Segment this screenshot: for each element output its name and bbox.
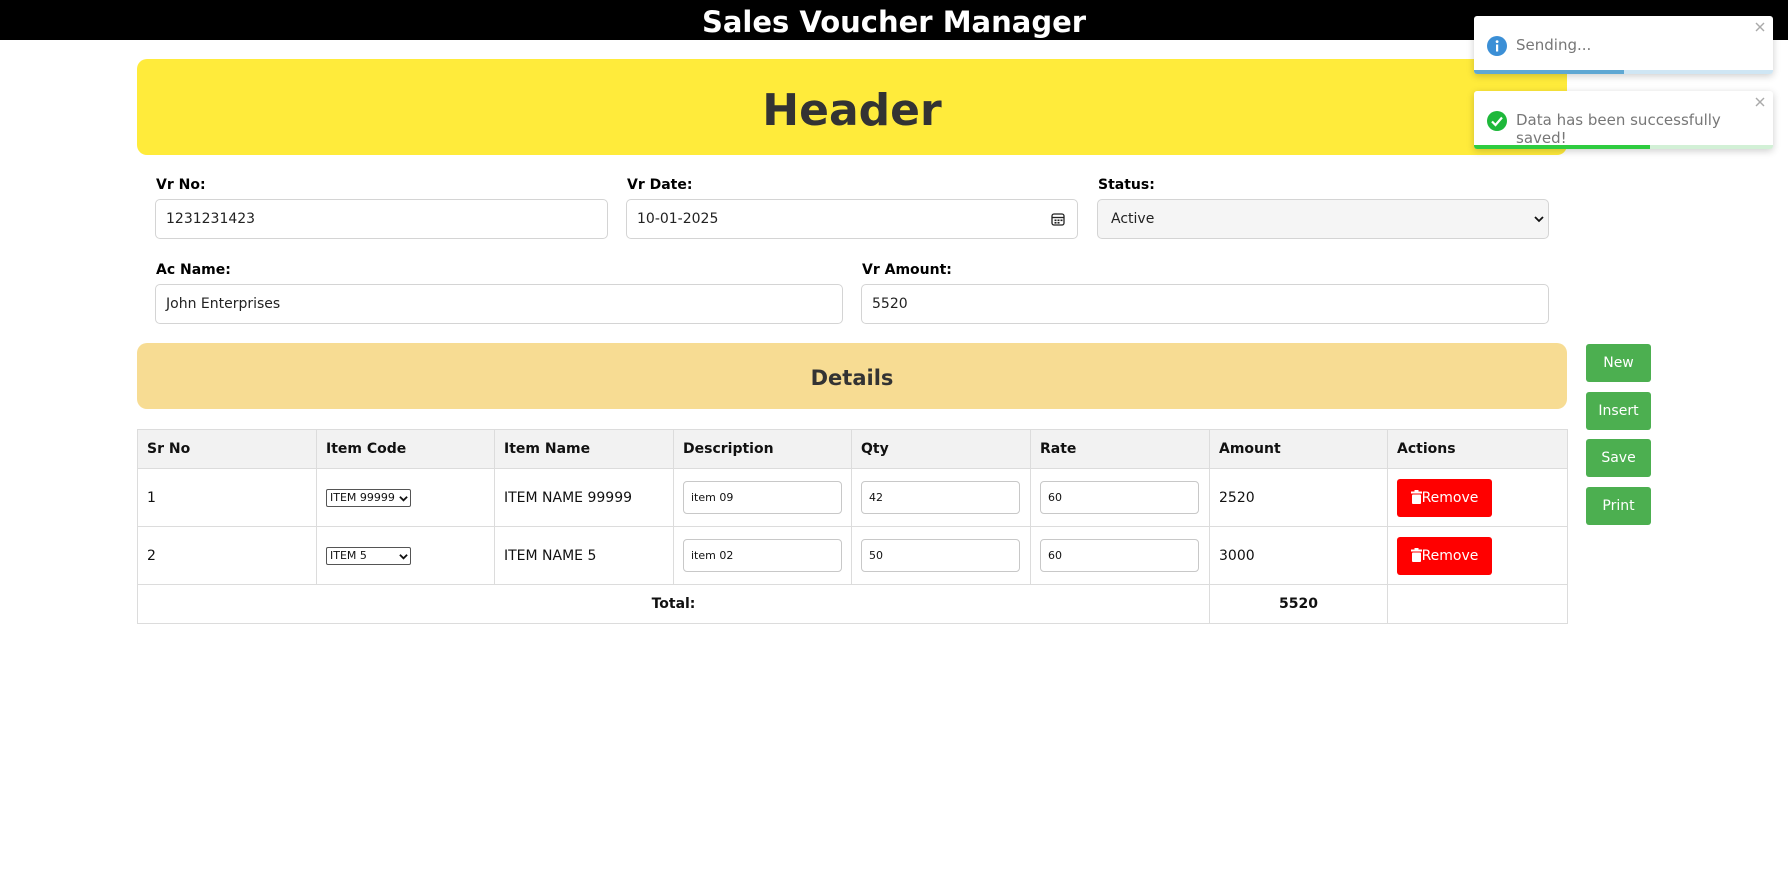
trash-icon [1410, 489, 1422, 504]
sr-no-cell: 2 [137, 526, 317, 585]
column-header: Actions [1387, 429, 1568, 469]
column-header: Amount [1209, 429, 1388, 469]
info-circle-icon [1487, 36, 1507, 56]
actions-cell: Remove [1387, 526, 1568, 585]
ac-name-label: Ac Name: [156, 262, 231, 278]
close-icon[interactable] [1755, 97, 1765, 107]
qty-input[interactable]: 50 [861, 539, 1020, 572]
save-button[interactable]: Save [1586, 439, 1651, 477]
qty-cell: 42 [851, 468, 1031, 527]
print-button[interactable]: Print [1586, 487, 1651, 525]
column-header: Description [673, 429, 852, 469]
vr-no-value: 1231231423 [166, 211, 256, 227]
description-input[interactable]: item 02 [683, 539, 842, 572]
table-header-row: Sr No Item Code Item Name Description Qt… [137, 429, 1568, 469]
description-cell: item 09 [673, 468, 852, 527]
item-name-cell: ITEM NAME 99999 [494, 468, 674, 527]
toast-progress-fill [1474, 70, 1624, 74]
rate-input[interactable]: 60 [1040, 539, 1199, 572]
new-button[interactable]: New [1586, 344, 1651, 382]
vr-date-value: 10-01-2025 [637, 211, 719, 227]
close-icon[interactable] [1755, 22, 1765, 32]
item-code-cell: ITEM 99999 [316, 468, 495, 527]
details-banner: Details [137, 343, 1567, 409]
vr-no-label: Vr No: [156, 177, 206, 193]
toast-message: Data has been successfully saved! [1516, 111, 1721, 147]
app-title: Sales Voucher Manager [701, 5, 1087, 39]
details-table: Sr No Item Code Item Name Description Qt… [137, 429, 1568, 624]
total-label: Total: [137, 584, 1210, 624]
amount-cell: 2520 [1209, 468, 1388, 527]
description-input[interactable]: item 09 [683, 481, 842, 514]
vr-date-input[interactable]: 10-01-2025 [626, 199, 1078, 239]
item-code-cell: ITEM 5 [316, 526, 495, 585]
status-value: Active [1111, 211, 1155, 227]
remove-label: Remove [1421, 489, 1479, 506]
column-header: Qty [851, 429, 1031, 469]
remove-label: Remove [1421, 547, 1479, 564]
vr-no-input[interactable]: 1231231423 [155, 199, 608, 239]
vr-date-label: Vr Date: [627, 177, 693, 193]
ac-name-value: John Enterprises [166, 296, 281, 312]
column-header: Rate [1030, 429, 1210, 469]
description-cell: item 02 [673, 526, 852, 585]
qty-input[interactable]: 42 [861, 481, 1020, 514]
rate-input[interactable]: 60 [1040, 481, 1199, 514]
rate-cell: 60 [1030, 468, 1210, 527]
calendar-icon[interactable] [1051, 212, 1065, 226]
toast-progress-track [1474, 70, 1773, 74]
toast-sending: Sending... [1474, 16, 1773, 74]
toast-progress-fill [1474, 145, 1651, 149]
table-row: 1 ITEM 99999 ITEM NAME 99999 item 09 42 … [137, 468, 1568, 527]
insert-button[interactable]: Insert [1586, 392, 1651, 430]
vr-amount-input[interactable]: 5520 [861, 284, 1549, 324]
details-title: Details [810, 366, 894, 390]
header-title: Header [762, 85, 942, 136]
vr-amount-label: Vr Amount: [862, 262, 952, 278]
check-circle-icon [1487, 111, 1507, 131]
toast-saved: Data has been successfully saved! [1474, 91, 1773, 149]
sr-no-cell: 1 [137, 468, 317, 527]
item-code-select[interactable]: ITEM 5 [326, 546, 411, 565]
ac-name-input[interactable]: John Enterprises [155, 284, 843, 324]
item-code-select[interactable]: ITEM 99999 [326, 488, 411, 507]
amount-cell: 3000 [1209, 526, 1388, 585]
status-select[interactable]: Active [1097, 199, 1549, 239]
remove-button[interactable]: Remove [1397, 536, 1492, 575]
header-banner: Header [137, 59, 1567, 155]
status-label: Status: [1098, 177, 1155, 193]
toast-message: Sending... [1516, 36, 1592, 54]
column-header: Item Code [316, 429, 495, 469]
column-header: Sr No [137, 429, 317, 469]
total-empty-cell [1387, 584, 1568, 624]
remove-button[interactable]: Remove [1397, 478, 1492, 517]
total-row: Total: 5520 [137, 584, 1568, 624]
actions-cell: Remove [1387, 468, 1568, 527]
rate-cell: 60 [1030, 526, 1210, 585]
toast-progress-track [1474, 145, 1773, 149]
table-row: 2 ITEM 5 ITEM NAME 5 item 02 50 60 3000 [137, 526, 1568, 585]
chevron-down-icon [399, 495, 408, 502]
vr-amount-value: 5520 [872, 296, 908, 312]
chevron-down-icon [399, 553, 408, 560]
qty-cell: 50 [851, 526, 1031, 585]
item-code-value: ITEM 5 [330, 548, 367, 562]
item-code-value: ITEM 99999 [330, 490, 395, 504]
trash-icon [1410, 547, 1422, 562]
chevron-down-icon [1534, 216, 1544, 223]
item-name-cell: ITEM NAME 5 [494, 526, 674, 585]
column-header: Item Name [494, 429, 674, 469]
total-value: 5520 [1209, 584, 1388, 624]
